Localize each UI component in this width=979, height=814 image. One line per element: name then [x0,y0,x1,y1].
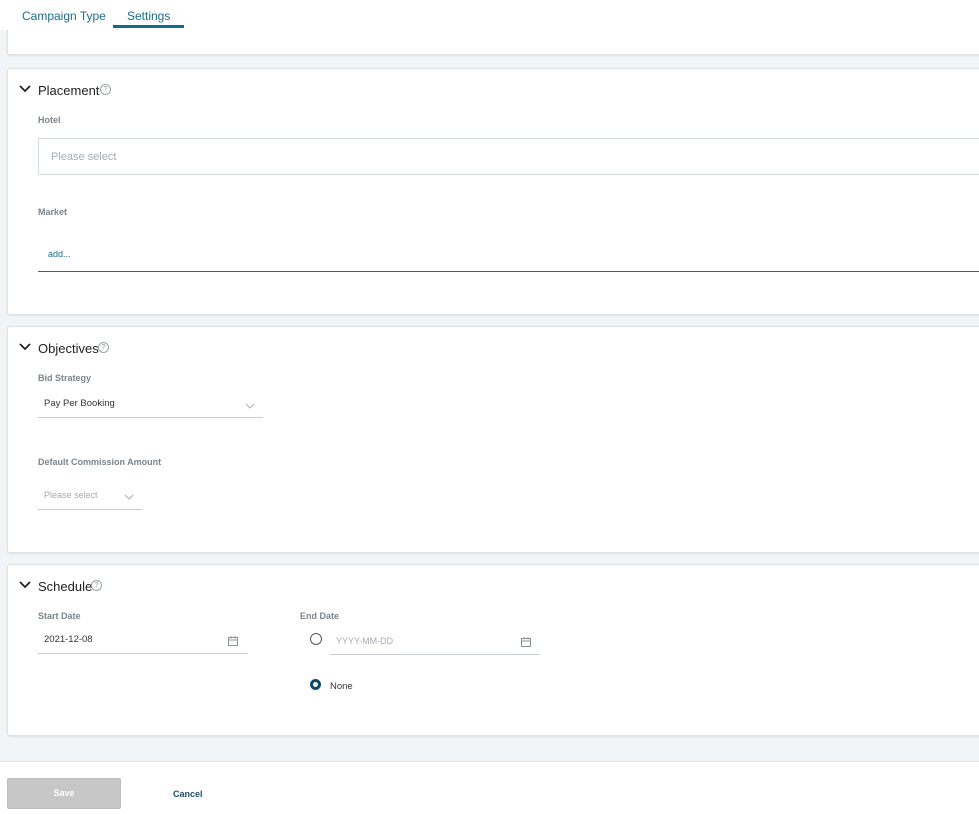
chevron-down-icon[interactable] [18,340,32,354]
section-title: Schedule [38,579,93,594]
tab-bar: Campaign Type Settings [0,0,979,30]
help-icon[interactable]: ? [100,84,111,95]
tab-settings[interactable]: Settings [127,9,170,23]
hotel-label: Hotel [38,115,61,125]
end-date-label: End Date [300,611,340,621]
chevron-down-icon[interactable] [18,578,32,592]
tab-campaign-type[interactable]: Campaign Type [22,9,106,23]
commission-select[interactable]: Please select [38,479,142,510]
schedule-section: Schedule ? Start Date 2021-12-08 End Dat… [7,564,979,736]
objectives-section: Objectives ? Bid Strategy Pay Per Bookin… [7,326,979,553]
commission-label: Default Commission Amount [38,457,162,467]
active-tab-indicator [113,25,184,28]
chevron-down-icon[interactable] [18,82,32,96]
chevron-down-icon [245,397,255,415]
bid-strategy-select[interactable]: Pay Per Booking [38,389,263,418]
section-title: Placement [38,83,100,98]
market-input[interactable]: add... [38,237,979,272]
section-title: Objectives [38,341,99,356]
previous-section-card [7,30,979,55]
hotel-placeholder: Please select [51,151,117,163]
end-date-placeholder: YYYY-MM-DD [336,636,394,646]
chevron-down-icon [124,488,134,506]
calendar-icon[interactable] [521,634,531,647]
placement-section: Placement ? Hotel Please select Market a… [7,68,979,315]
save-button[interactable]: Save [7,778,121,809]
none-radio[interactable] [310,679,321,690]
none-label: None [330,681,353,692]
help-icon[interactable]: ? [91,580,102,591]
footer-bar: Save Cancel [0,761,979,814]
commission-placeholder: Please select [44,490,98,500]
help-icon[interactable]: ? [98,342,109,353]
hotel-select[interactable]: Please select [38,138,979,175]
cancel-button[interactable]: Cancel [173,789,203,799]
end-date-input[interactable]: YYYY-MM-DD [330,627,540,655]
market-label: Market [38,207,68,217]
end-date-radio[interactable] [310,633,322,645]
market-placeholder: add... [48,249,71,259]
calendar-icon[interactable] [228,633,238,646]
start-date-input[interactable]: 2021-12-08 [38,627,248,654]
start-date-value: 2021-12-08 [44,634,93,645]
start-date-label: Start Date [38,611,81,621]
bid-strategy-value: Pay Per Booking [44,398,115,409]
bid-strategy-label: Bid Strategy [38,373,92,383]
